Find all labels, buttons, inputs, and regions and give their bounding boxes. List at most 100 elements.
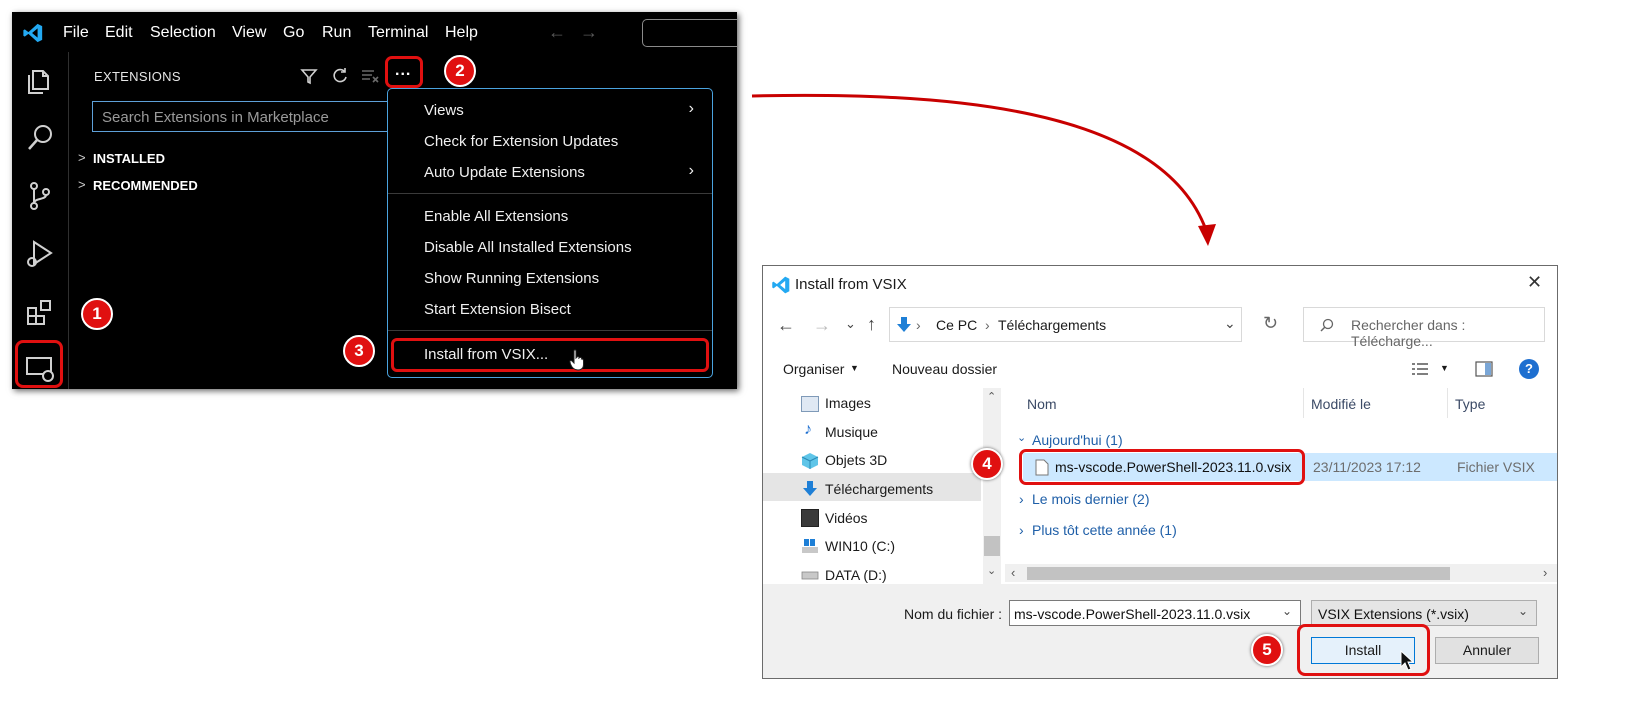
menu-file[interactable]: File [63, 24, 89, 42]
section-installed[interactable]: INSTALLED [93, 151, 165, 166]
recent-locations-icon[interactable]: ⌄ [845, 316, 856, 332]
search-placeholder: Search Extensions in Marketplace [102, 109, 329, 126]
menu-item-show-running[interactable]: Show Running Extensions [424, 270, 599, 287]
menu-go[interactable]: Go [283, 24, 304, 42]
nav-item-images[interactable]: Images [825, 395, 871, 411]
menu-item-check-updates[interactable]: Check for Extension Updates [424, 133, 618, 150]
menu-item-bisect[interactable]: Start Extension Bisect [424, 301, 571, 318]
menu-run[interactable]: Run [322, 24, 351, 42]
chevron-down-icon[interactable]: ⌄ [1017, 431, 1026, 444]
menu-item-disable-all[interactable]: Disable All Installed Extensions [424, 239, 632, 256]
filetype-select[interactable]: VSIX Extensions (*.vsix) ⌄ [1311, 600, 1537, 626]
search-icon[interactable] [24, 122, 56, 154]
nav-item-drive-c[interactable]: WIN10 (C:) [825, 538, 895, 554]
nav-item-drive-d[interactable]: DATA (D:) [825, 567, 887, 583]
breadcrumb-downloads[interactable]: Téléchargements [998, 317, 1106, 333]
section-recommended[interactable]: RECOMMENDED [93, 178, 198, 193]
activity-bar [12, 52, 69, 389]
run-debug-icon[interactable] [24, 238, 56, 270]
menu-help[interactable]: Help [445, 24, 478, 42]
nav-item-3d-objects[interactable]: Objets 3D [825, 452, 887, 468]
clear-results-icon[interactable] [360, 68, 380, 84]
dialog-title: Install from VSIX [795, 276, 907, 293]
forward-arrow-icon[interactable]: → [813, 315, 831, 336]
scroll-right-icon[interactable]: › [1543, 565, 1547, 580]
column-name[interactable]: Nom [1027, 396, 1057, 412]
organize-button[interactable]: Organiser [783, 361, 844, 377]
refresh-icon[interactable] [330, 66, 350, 86]
group-today[interactable]: Aujourd'hui (1) [1032, 432, 1123, 448]
back-arrow-icon[interactable]: ← [548, 22, 566, 43]
command-center[interactable] [642, 19, 737, 47]
chevron-down-icon[interactable]: ⌄ [1282, 604, 1292, 618]
column-type[interactable]: Type [1455, 396, 1485, 412]
videos-icon [801, 509, 819, 527]
close-icon[interactable]: ✕ [1527, 272, 1542, 293]
menu-selection[interactable]: Selection [150, 24, 216, 42]
explorer-icon[interactable] [24, 64, 56, 96]
hand-cursor-icon [569, 349, 584, 371]
up-arrow-icon[interactable]: ↑ [867, 314, 876, 335]
search-placeholder: Rechercher dans : Télécharge... [1351, 317, 1466, 349]
dropdown-caret-icon[interactable]: ▼ [850, 363, 859, 373]
back-arrow-icon[interactable]: ← [777, 315, 795, 336]
vscode-logo-icon [23, 23, 43, 43]
group-earlier-year[interactable]: Plus tôt cette année (1) [1032, 522, 1177, 538]
column-modified[interactable]: Modifié le [1311, 396, 1371, 412]
help-icon[interactable]: ? [1519, 359, 1539, 379]
chevron-right-icon[interactable]: › [1019, 491, 1024, 507]
chevron-right-icon[interactable]: › [1019, 522, 1024, 538]
forward-arrow-icon[interactable]: → [580, 22, 598, 43]
more-actions-button[interactable]: ... [395, 62, 411, 80]
extensions-icon[interactable] [24, 296, 56, 328]
nav-scrollbar[interactable]: ⌃ ⌄ [983, 388, 1001, 584]
new-folder-button[interactable]: Nouveau dossier [892, 361, 997, 377]
step-badge-4: 4 [971, 448, 1003, 480]
menu-terminal[interactable]: Terminal [368, 24, 428, 42]
search-icon [1320, 318, 1334, 332]
folder-search-input[interactable]: Rechercher dans : Télécharge... [1303, 307, 1545, 349]
nav-item-downloads[interactable]: Téléchargements [825, 481, 933, 497]
breadcrumb-ce-pc[interactable]: Ce PC [936, 317, 977, 333]
vscode-logo-icon [772, 276, 790, 294]
file-modified: 23/11/2023 17:12 [1313, 459, 1421, 475]
nav-item-music[interactable]: Musique [825, 424, 878, 440]
dropdown-caret-icon[interactable]: ▼ [1440, 363, 1449, 373]
chevron-right-icon[interactable]: > [78, 177, 86, 192]
3d-objects-icon [801, 453, 819, 469]
chevron-down-icon[interactable]: ⌄ [1224, 315, 1236, 332]
chevron-right-icon[interactable]: > [78, 150, 86, 165]
menu-item-enable-all[interactable]: Enable All Extensions [424, 208, 568, 225]
step-badge-1: 1 [81, 298, 113, 330]
extension-search-input[interactable]: Search Extensions in Marketplace [92, 101, 412, 132]
scroll-up-icon[interactable]: ⌃ [987, 390, 996, 403]
remote-explorer-icon[interactable] [24, 352, 56, 384]
menu-item-views[interactable]: Views [424, 102, 464, 119]
menu-item-auto-update[interactable]: Auto Update Extensions [424, 164, 585, 181]
connector-arrow [751, 93, 1216, 246]
scroll-down-icon[interactable]: ⌄ [987, 564, 996, 577]
scroll-left-icon[interactable]: ‹ [1011, 565, 1015, 580]
step-badge-3: 3 [343, 335, 375, 367]
file-list: Nom Modifié le Type ⌄ Aujourd'hui (1) ms… [1005, 388, 1557, 584]
nav-item-videos[interactable]: Vidéos [825, 510, 868, 526]
filename-input[interactable]: ms-vscode.PowerShell-2023.11.0.vsix ⌄ [1009, 600, 1301, 626]
submenu-arrow-icon: › [688, 162, 694, 179]
group-last-month[interactable]: Le mois dernier (2) [1032, 491, 1150, 507]
filter-icon[interactable] [299, 66, 319, 86]
windows-drive-icon [802, 539, 818, 553]
address-bar[interactable]: › Ce PC › Téléchargements ⌄ [889, 307, 1242, 342]
preview-pane-icon[interactable] [1475, 361, 1493, 377]
menu-item-install-vsix[interactable]: Install from VSIX... [424, 346, 548, 363]
install-vsix-dialog: Install from VSIX ✕ ← → ⌄ ↑ › Ce PC › Té… [762, 265, 1558, 679]
cancel-button[interactable]: Annuler [1435, 637, 1539, 664]
nav-scroll-thumb[interactable] [984, 536, 1000, 556]
source-control-icon[interactable] [24, 180, 56, 212]
refresh-icon[interactable]: ↻ [1263, 313, 1278, 334]
menu-edit[interactable]: Edit [105, 24, 133, 42]
menu-view[interactable]: View [232, 24, 266, 42]
view-options-icon[interactable] [1411, 362, 1429, 376]
chevron-right-icon: › [985, 317, 990, 333]
horizontal-scroll-thumb[interactable] [1027, 567, 1450, 580]
chevron-down-icon[interactable]: ⌄ [1518, 604, 1528, 618]
